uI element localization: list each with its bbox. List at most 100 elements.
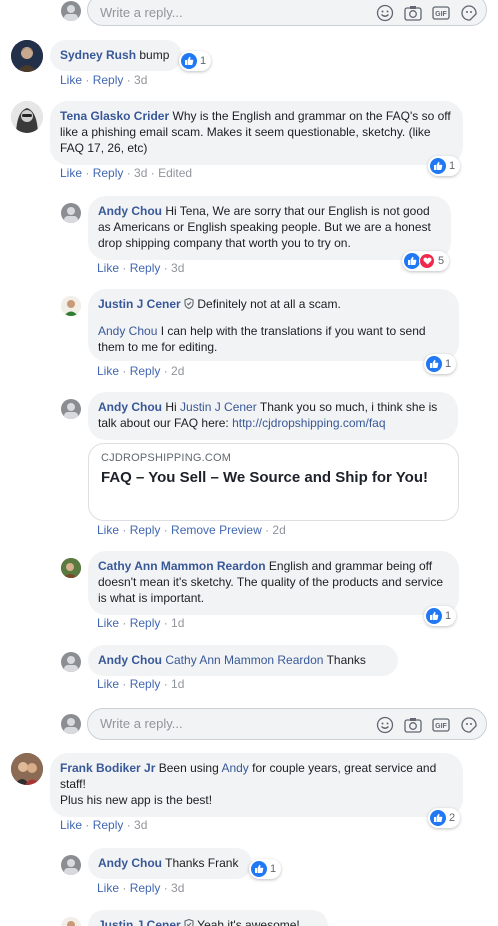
reaction-count[interactable]: 1 [424, 354, 457, 374]
avatar[interactable] [61, 203, 81, 223]
sticker-icon[interactable] [459, 715, 478, 734]
reply-input[interactable] [100, 5, 340, 20]
timestamp[interactable]: 3d [171, 261, 184, 275]
camera-icon[interactable] [403, 715, 422, 734]
timestamp[interactable]: 1d [171, 616, 184, 630]
avatar[interactable] [61, 855, 81, 875]
mention-link[interactable]: Andy [221, 761, 248, 775]
timestamp[interactable]: 2d [272, 523, 285, 537]
like-reaction-icon [430, 158, 446, 174]
remove-preview-link[interactable]: Remove Preview [171, 523, 262, 537]
comment-actions: Like · Reply · 3d [97, 881, 185, 895]
reaction-count[interactable]: 1 [424, 606, 457, 626]
comment-text: Been using [158, 761, 219, 775]
like-link[interactable]: Like [97, 261, 119, 275]
comment-author[interactable]: Cathy Ann Mammon Reardon [98, 559, 266, 573]
reply-composer[interactable]: GIF [87, 708, 487, 740]
link-preview-card[interactable]: CJDROPSHIPPING.COM FAQ – You Sell – We S… [88, 443, 459, 521]
comment-bubble: Justin J Cener Definitely not at all a s… [88, 289, 459, 361]
comment-actions: Like · Reply · 3d [60, 73, 148, 87]
preview-domain: CJDROPSHIPPING.COM [101, 452, 232, 464]
comment-author[interactable]: Andy Chou [98, 400, 162, 414]
avatar[interactable] [61, 714, 81, 734]
svg-text:GIF: GIF [435, 11, 447, 18]
verified-shield-icon [184, 297, 194, 313]
avatar[interactable] [61, 296, 81, 316]
comment-author[interactable]: Frank Bodiker Jr [60, 761, 155, 775]
like-reaction-icon [426, 608, 442, 624]
avatar[interactable] [61, 1, 81, 21]
reaction-total: 1 [445, 358, 452, 370]
mention-link[interactable]: Cathy Ann Mammon Reardon [165, 653, 323, 667]
avatar[interactable] [61, 917, 81, 926]
reaction-count[interactable]: 1 [179, 51, 212, 71]
edited-label[interactable]: Edited [158, 166, 192, 180]
gif-icon[interactable]: GIF [431, 715, 450, 734]
like-link[interactable]: Like [97, 616, 119, 630]
like-link[interactable]: Like [60, 818, 82, 832]
reaction-count[interactable]: 2 [428, 808, 461, 828]
reaction-total: 5 [438, 255, 445, 267]
comment-bubble: Justin J Cener Yeah it's awesome! [88, 910, 328, 926]
sticker-icon[interactable] [459, 3, 478, 22]
faq-url-link[interactable]: http://cjdropshipping.com/faq [232, 416, 385, 430]
avatar[interactable] [11, 101, 43, 133]
avatar[interactable] [61, 399, 81, 419]
reply-link[interactable]: Reply [130, 616, 161, 630]
reaction-count[interactable]: 1 [428, 156, 461, 176]
reaction-count[interactable]: 1 [249, 859, 282, 879]
preview-title[interactable]: FAQ – You Sell – We Source and Ship for … [101, 468, 446, 488]
reply-link[interactable]: Reply [130, 523, 161, 537]
timestamp[interactable]: 3d [134, 818, 147, 832]
timestamp[interactable]: 3d [134, 166, 147, 180]
like-link[interactable]: Like [60, 166, 82, 180]
reply-composer[interactable]: GIF [87, 0, 487, 26]
reply-input[interactable] [100, 716, 340, 731]
reply-link[interactable]: Reply [130, 261, 161, 275]
reaction-count[interactable]: 5 [402, 251, 450, 271]
comment-author[interactable]: Sydney Rush [60, 48, 136, 62]
timestamp[interactable]: 2d [171, 364, 184, 378]
emoji-icon[interactable] [375, 3, 394, 22]
comment-bubble: Sydney Rush bump [50, 40, 182, 71]
avatar[interactable] [11, 40, 43, 72]
timestamp[interactable]: 3d [171, 881, 184, 895]
like-link[interactable]: Like [60, 73, 82, 87]
like-link[interactable]: Like [97, 364, 119, 378]
comment-author[interactable]: Andy Chou [98, 204, 162, 218]
reply-link[interactable]: Reply [130, 881, 161, 895]
comment-text: Plus his new app is the best! [60, 793, 213, 807]
comment-bubble: Andy Chou Hi Justin J Cener Thank you so… [88, 392, 458, 440]
comment-actions: Like · Reply · Remove Preview · 2d [97, 523, 286, 537]
avatar[interactable] [11, 753, 43, 785]
reply-link[interactable]: Reply [130, 364, 161, 378]
comment-author[interactable]: Justin J Cener [98, 918, 181, 926]
reply-link[interactable]: Reply [93, 818, 124, 832]
comment-author[interactable]: Andy Chou [98, 856, 162, 870]
avatar[interactable] [61, 558, 81, 578]
mention-link[interactable]: Justin J Cener [180, 400, 257, 414]
comment-actions: Like · Reply · 3d [97, 261, 185, 275]
comment-actions: Like · Reply · 2d [97, 364, 185, 378]
emoji-icon[interactable] [375, 715, 394, 734]
verified-shield-icon [184, 918, 194, 926]
timestamp[interactable]: 3d [134, 73, 147, 87]
like-link[interactable]: Like [97, 677, 119, 691]
comment-actions: Like · Reply · 1d [97, 677, 185, 691]
reply-link[interactable]: Reply [130, 677, 161, 691]
like-link[interactable]: Like [97, 523, 119, 537]
gif-icon[interactable]: GIF [431, 3, 450, 22]
mention-link[interactable]: Andy Chou [98, 324, 157, 338]
comment-author[interactable]: Justin J Cener [98, 297, 181, 311]
camera-icon[interactable] [403, 3, 422, 22]
comment-actions: Like · Reply · 3d · Edited [60, 166, 193, 180]
reply-link[interactable]: Reply [93, 166, 124, 180]
like-link[interactable]: Like [97, 881, 119, 895]
reply-link[interactable]: Reply [93, 73, 124, 87]
comment-author[interactable]: Tena Glasko Crider [60, 109, 169, 123]
comment-author[interactable]: Andy Chou [98, 653, 162, 667]
reaction-total: 1 [445, 610, 452, 622]
comment-text: Hi [165, 400, 177, 414]
avatar[interactable] [61, 652, 81, 672]
timestamp[interactable]: 1d [171, 677, 184, 691]
